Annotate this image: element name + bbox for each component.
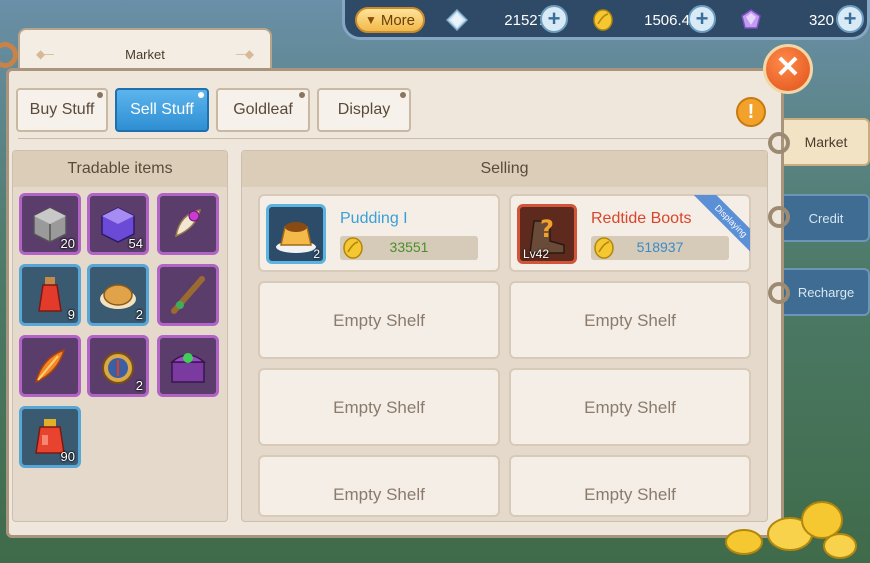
- tab-label: Display: [337, 101, 391, 118]
- displaying-ribbon: Displaying: [670, 195, 750, 275]
- pin-icon: [198, 92, 204, 98]
- shelf-listing[interactable]: ? Lv42 Redtide Boots 518937 Displaying: [509, 194, 751, 272]
- more-button[interactable]: ▼ More: [355, 7, 425, 33]
- empty-shelf[interactable]: Empty Shelf: [509, 455, 751, 517]
- item-quantity: 90: [60, 449, 75, 464]
- chevron-down-icon: ▼: [364, 13, 377, 27]
- side-tab-label: Market: [804, 134, 848, 150]
- goldleaf-currency: 1506.4K: [592, 6, 700, 34]
- red-potion-icon: [38, 277, 62, 312]
- add-goldleaf-button[interactable]: +: [688, 5, 716, 33]
- close-icon: ✕: [775, 51, 801, 84]
- gem-currency: 320: [740, 6, 834, 34]
- empty-shelf-label: Empty Shelf: [584, 485, 676, 504]
- tab-buy-stuff[interactable]: Buy Stuff: [16, 88, 108, 132]
- pin-icon: [299, 92, 305, 98]
- compass-icon: [102, 352, 134, 384]
- empty-shelf[interactable]: Empty Shelf: [509, 368, 751, 446]
- binder-ring-icon: [768, 132, 790, 154]
- shelf-listing[interactable]: 2 Pudding I 33551: [258, 194, 500, 272]
- side-tab-market[interactable]: Market: [784, 118, 870, 166]
- item-quantity: 9: [67, 307, 75, 322]
- add-diamonds-button[interactable]: +: [540, 5, 568, 33]
- item-quantity: 2: [135, 378, 143, 393]
- diamond-amount: 21527: [504, 11, 546, 29]
- side-tab-recharge[interactable]: Recharge: [784, 268, 870, 316]
- close-button[interactable]: ✕: [763, 44, 813, 94]
- empty-shelf[interactable]: Empty Shelf: [258, 281, 500, 359]
- binder-ring-icon: [768, 282, 790, 304]
- item-slot[interactable]: 54: [87, 193, 149, 255]
- item-quantity: 54: [128, 236, 143, 251]
- empty-shelf[interactable]: Empty Shelf: [258, 368, 500, 446]
- ornament-right-icon: ─◆: [236, 47, 254, 61]
- tab-label: Sell Stuff: [130, 101, 194, 118]
- pastry-icon: [100, 284, 136, 309]
- diamond-currency: 21527: [446, 6, 546, 34]
- binder-ring-icon: [0, 42, 18, 68]
- ribbon-label: Displaying: [686, 195, 750, 266]
- item-quantity: 20: [60, 236, 75, 251]
- window-title: Market: [125, 47, 165, 62]
- item-slot[interactable]: 90: [19, 406, 81, 468]
- empty-shelf-label: Empty Shelf: [584, 311, 676, 330]
- gem-amount: 320: [808, 11, 834, 29]
- listing-badge: 2: [313, 247, 320, 261]
- side-tab-credit[interactable]: Credit: [784, 194, 870, 242]
- divider: [18, 138, 770, 139]
- listing-name: Pudding I: [340, 210, 408, 227]
- listing-price: 33551: [389, 239, 429, 255]
- phoenix-feather-icon: [34, 348, 66, 384]
- empty-shelf-label: Empty Shelf: [584, 398, 676, 417]
- goldleaf-icon: [593, 9, 613, 31]
- item-slot[interactable]: 9: [19, 264, 81, 326]
- tab-sell-stuff[interactable]: Sell Stuff: [115, 88, 209, 132]
- svg-text:?: ?: [540, 215, 554, 243]
- empty-shelf-label: Empty Shelf: [333, 398, 425, 417]
- tradable-items-heading: Tradable items: [13, 151, 227, 187]
- goldleaf-pile-icon: [725, 501, 857, 559]
- item-slot[interactable]: 20: [19, 193, 81, 255]
- item-slot[interactable]: [157, 264, 219, 326]
- side-tab-label: Credit: [808, 210, 844, 226]
- binder-ring-icon: [768, 206, 790, 228]
- listing-level-badge: Lv42: [523, 247, 550, 261]
- item-slot[interactable]: 2: [87, 264, 149, 326]
- selling-heading: Selling: [242, 151, 767, 187]
- item-slot[interactable]: [19, 335, 81, 397]
- pin-icon: [400, 92, 406, 98]
- item-slot[interactable]: 2: [87, 335, 149, 397]
- pin-icon: [97, 92, 103, 98]
- info-alert-icon[interactable]: !: [736, 97, 766, 127]
- diamond-icon: [446, 9, 468, 31]
- tab-label: Buy Stuff: [29, 101, 95, 118]
- empty-shelf-label: Empty Shelf: [333, 311, 425, 330]
- listing-thumbnail: 2: [266, 204, 326, 264]
- wooden-flute-icon: [171, 276, 205, 314]
- item-slot[interactable]: [157, 193, 219, 255]
- tab-display[interactable]: Display: [317, 88, 411, 132]
- treasure-chest-icon: [170, 353, 206, 383]
- fang-charm-icon: [175, 209, 201, 238]
- item-slot[interactable]: [157, 335, 219, 397]
- more-label: More: [380, 11, 416, 29]
- item-quantity: 2: [135, 307, 143, 322]
- empty-shelf-label: Empty Shelf: [333, 485, 425, 504]
- tab-label: Goldleaf: [233, 101, 293, 118]
- side-tab-label: Recharge: [797, 284, 855, 300]
- price-box: 33551: [340, 236, 478, 260]
- tab-goldleaf[interactable]: Goldleaf: [216, 88, 310, 132]
- empty-shelf[interactable]: Empty Shelf: [509, 281, 751, 359]
- crystal-gem-icon: [741, 9, 761, 29]
- add-gems-button[interactable]: +: [836, 5, 864, 33]
- listing-thumbnail: ? Lv42: [517, 204, 577, 264]
- empty-shelf[interactable]: Empty Shelf: [258, 455, 500, 517]
